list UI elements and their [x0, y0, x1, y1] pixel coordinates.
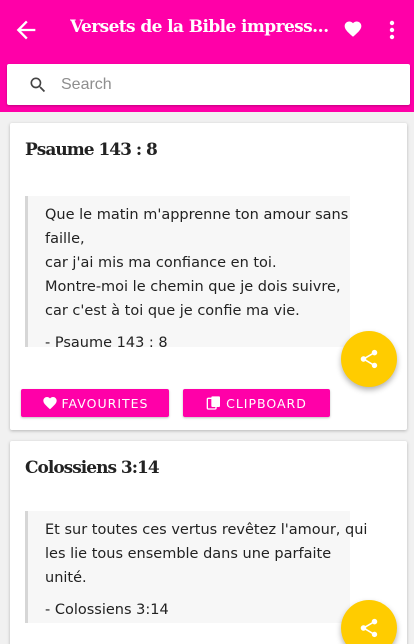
search-box[interactable]: [7, 64, 410, 105]
page-title: Versets de la Bible impressionnants: [70, 17, 330, 37]
share-icon: [360, 618, 378, 638]
verse-reference: Psaume 143 : 8: [25, 140, 158, 160]
heart-icon[interactable]: [343, 19, 363, 39]
verse-quote: Et sur toutes ces vertus revêtez l'amour…: [25, 511, 368, 623]
verse-quote: Que le matin m'apprenne ton amour sans f…: [25, 196, 350, 351]
more-vert-icon[interactable]: [384, 18, 400, 42]
heart-icon: [42, 397, 57, 410]
verse-citation: - Colossiens 3:14: [45, 602, 169, 618]
share-icon: [360, 349, 378, 369]
verse-line: Montre-moi le chemin que je dois suivre,: [45, 279, 341, 295]
copy-icon: [206, 396, 221, 410]
verse-card: Colossiens 3:14 Et sur toutes ces vertus…: [10, 441, 407, 644]
clipboard-label: CLIPBOARD: [226, 395, 307, 411]
app-bar: Versets de la Bible impressionnants: [0, 0, 414, 60]
verse-citation: - Psaume 143 : 8: [45, 335, 168, 351]
verse-line: Et sur toutes ces vertus revêtez l'amour…: [45, 522, 368, 538]
verse-line: car c'est à toi que je confie ma vie.: [45, 303, 300, 319]
share-button[interactable]: [341, 331, 397, 387]
search-input[interactable]: [61, 70, 391, 100]
share-button[interactable]: [341, 600, 397, 644]
clipboard-button[interactable]: CLIPBOARD: [183, 389, 330, 417]
verse-line: les lie tous ensemble dans une parfaite: [45, 546, 332, 562]
verse-line: unité.: [45, 570, 87, 586]
verse-card: Psaume 143 : 8 Que le matin m'apprenne t…: [10, 123, 407, 430]
favourites-button[interactable]: FAVOURITES: [21, 389, 169, 417]
verse-line: faille,: [45, 231, 85, 247]
search-bar: [0, 60, 414, 112]
verse-line: Que le matin m'apprenne ton amour sans: [45, 207, 349, 223]
verse-reference: Colossiens 3:14: [25, 458, 160, 478]
verse-line: car j'ai mis ma confiance en toi.: [45, 255, 277, 271]
favourites-label: FAVOURITES: [61, 395, 149, 411]
arrow-back-icon[interactable]: [12, 16, 40, 44]
search-icon: [30, 77, 46, 93]
